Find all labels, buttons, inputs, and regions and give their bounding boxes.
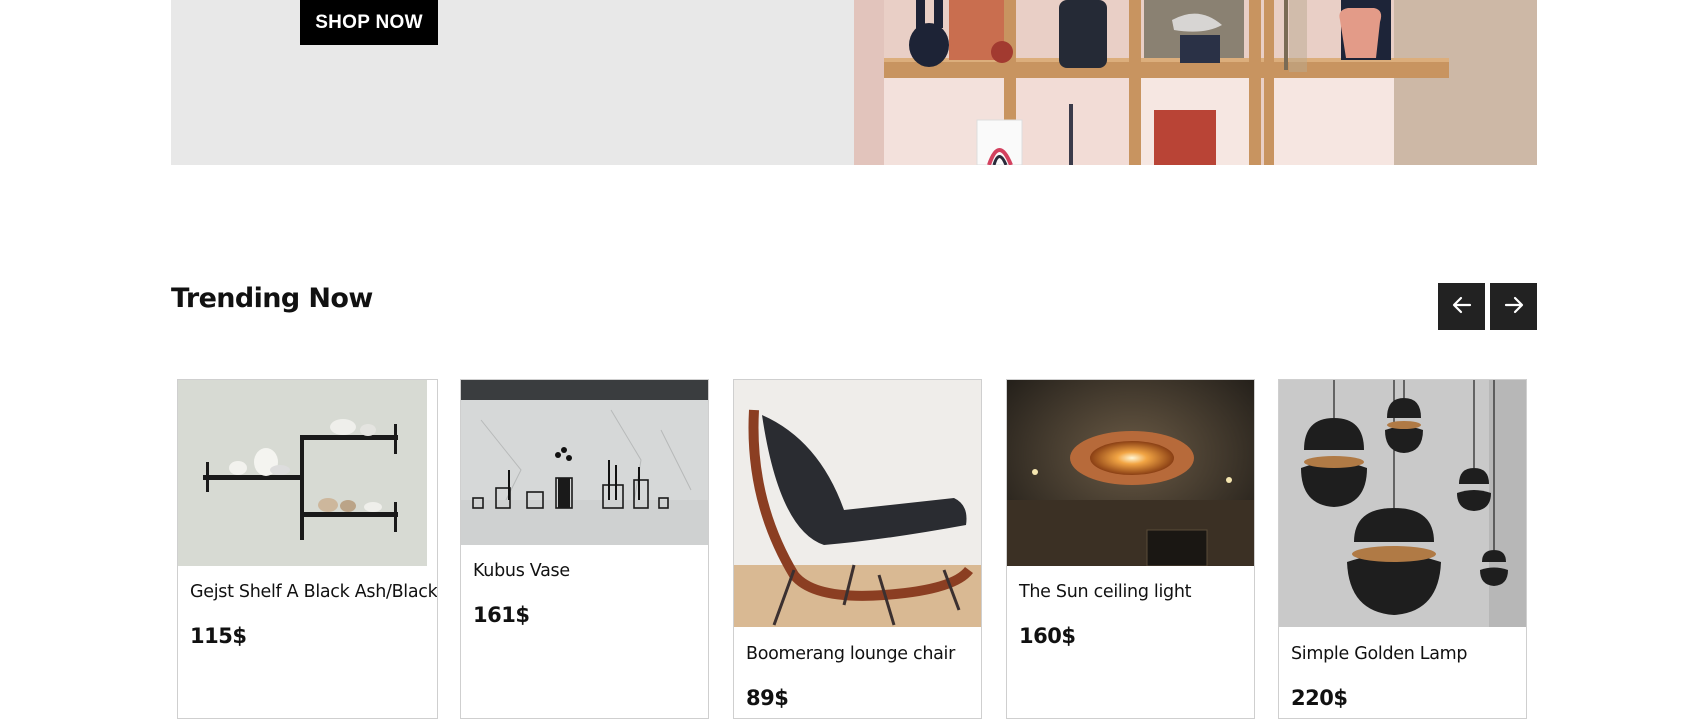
hero-banner: SHOP NOW xyxy=(171,0,1537,165)
product-card[interactable]: The Sun ceiling light 160$ xyxy=(1006,379,1255,719)
arrow-right-icon xyxy=(1502,293,1526,320)
product-name: The Sun ceiling light xyxy=(1019,582,1192,602)
product-card[interactable]: Gejst Shelf A Black Ash/Black 115$ xyxy=(177,379,438,719)
hero-text-panel: SHOP NOW xyxy=(171,0,854,165)
product-name: Kubus Vase xyxy=(473,561,570,581)
product-price: 160$ xyxy=(1019,624,1076,648)
product-image xyxy=(178,380,427,566)
carousel-prev-button[interactable] xyxy=(1438,283,1485,330)
hero-image xyxy=(854,0,1537,165)
product-card[interactable]: Simple Golden Lamp 220$ xyxy=(1278,379,1527,719)
product-price: 161$ xyxy=(473,603,530,627)
product-image xyxy=(1279,380,1526,627)
product-image xyxy=(1007,380,1254,566)
product-price: 115$ xyxy=(190,624,247,648)
product-image xyxy=(461,380,708,545)
trending-title: Trending Now xyxy=(171,283,373,314)
product-card[interactable]: Boomerang lounge chair 89$ xyxy=(733,379,982,719)
product-name: Boomerang lounge chair xyxy=(746,644,955,664)
shop-now-button[interactable]: SHOP NOW xyxy=(300,0,438,45)
product-price: 89$ xyxy=(746,686,789,710)
product-image xyxy=(734,380,981,627)
product-name: Simple Golden Lamp xyxy=(1291,644,1468,664)
product-card[interactable]: Kubus Vase 161$ xyxy=(460,379,709,719)
carousel-next-button[interactable] xyxy=(1490,283,1537,330)
product-price: 220$ xyxy=(1291,686,1348,710)
product-name: Gejst Shelf A Black Ash/Black xyxy=(190,582,438,602)
arrow-left-icon xyxy=(1450,293,1474,320)
